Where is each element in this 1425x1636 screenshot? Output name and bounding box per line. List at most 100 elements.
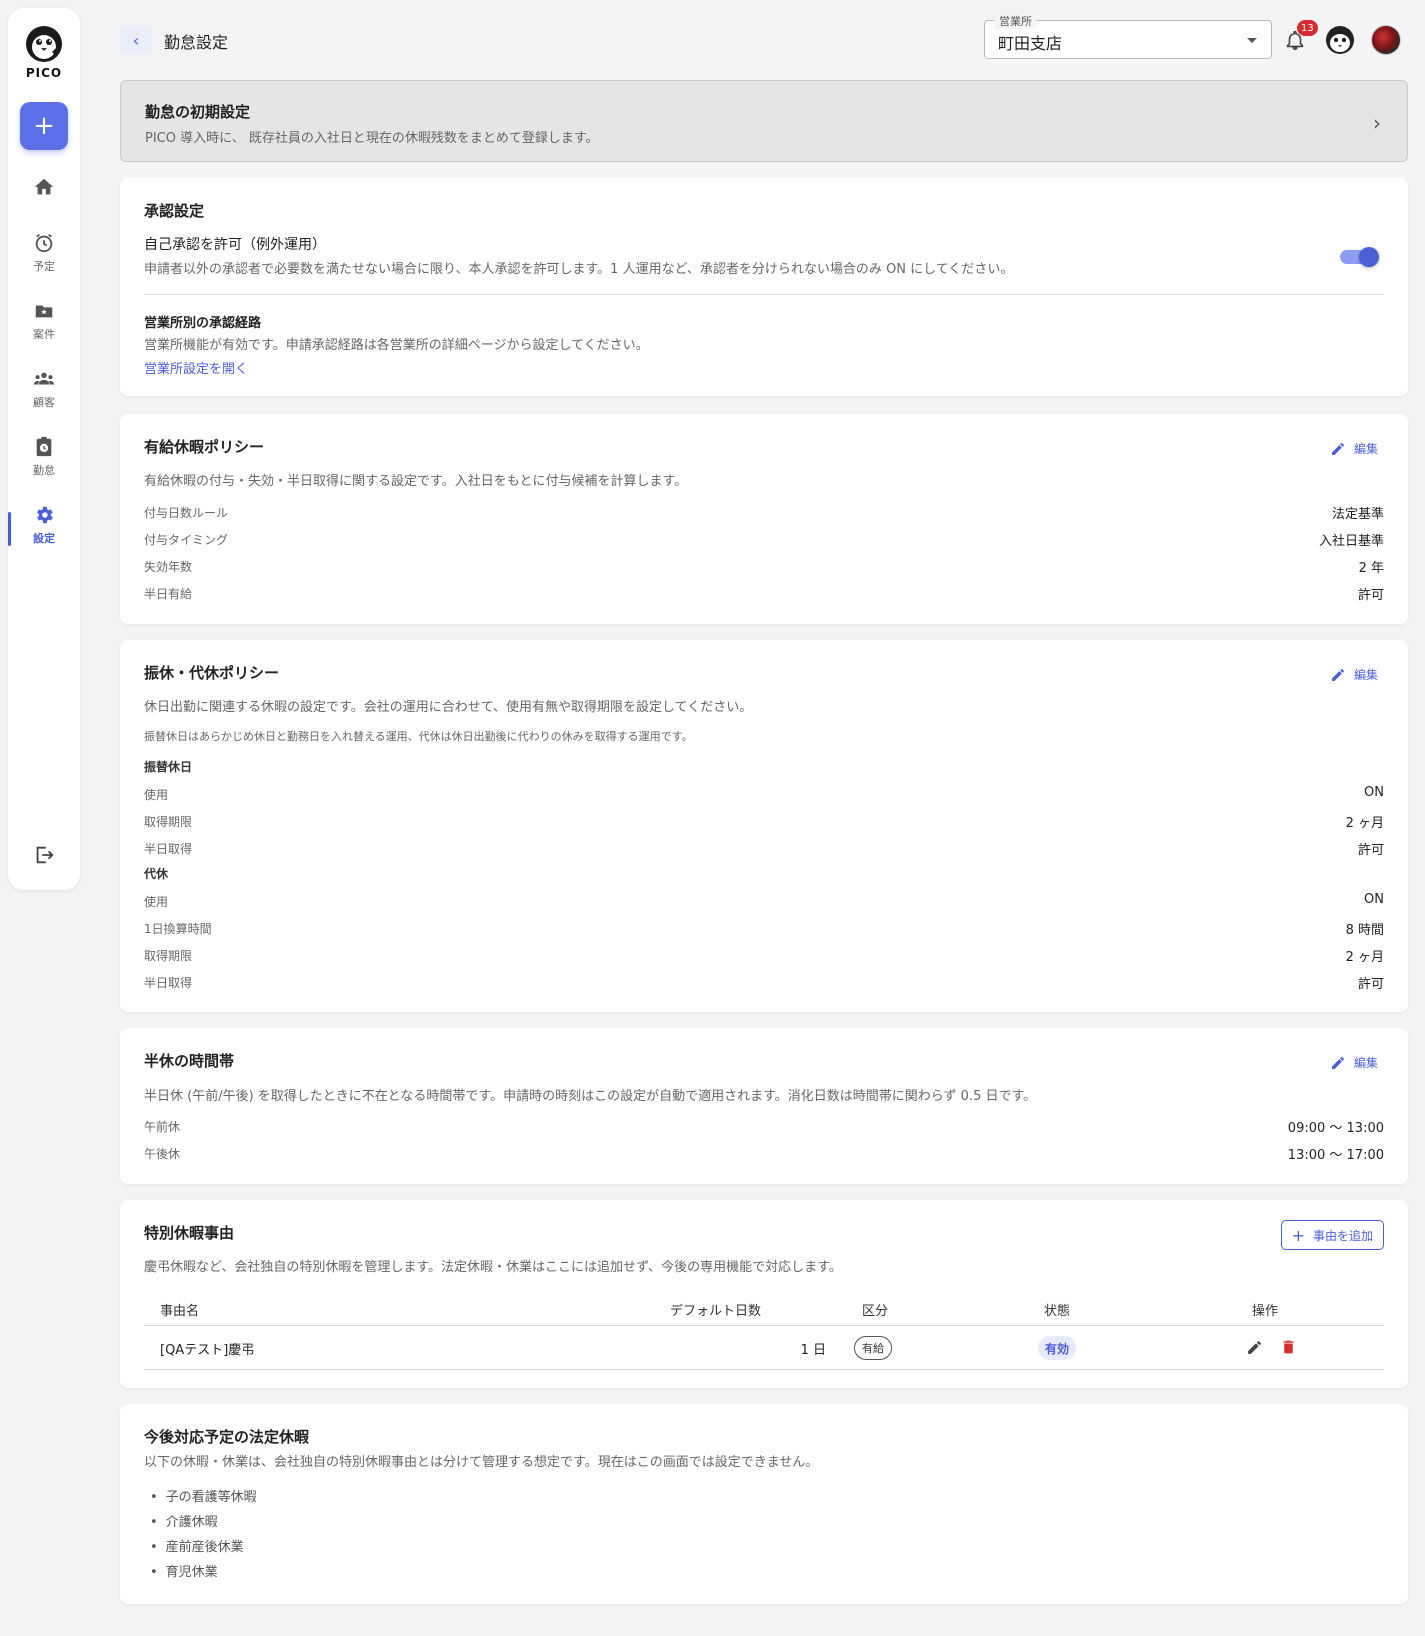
self-approval-label: 自己承認を許可（例外運用） (144, 237, 326, 253)
substitute-edit-button[interactable]: 編集 (1330, 666, 1378, 683)
logo[interactable]: PICO (8, 24, 80, 80)
column-header: デフォルト日数 (670, 1304, 762, 1319)
self-approval-toggle[interactable] (1340, 247, 1379, 267)
row-edit-button[interactable] (1246, 1339, 1263, 1360)
special-leave-card: 特別休暇事由 + 事由を追加 慶弔休暇など、会社独自の特別休暇を管理します。法定… (120, 1200, 1408, 1388)
route-title: 営業所別の承認経路 (144, 316, 262, 331)
row-value: 2 ヶ月 (1345, 816, 1384, 831)
half-day-edit-button[interactable]: 編集 (1330, 1054, 1378, 1071)
paid-leave-edit-button[interactable]: 編集 (1330, 440, 1378, 457)
half-day-card: 半休の時間帯 編集 半日休 (午前/午後) を取得したときに不在となる時間帯です… (120, 1028, 1408, 1184)
row-label: 午後休 (144, 1147, 181, 1161)
sidebar-item-label: 案件 (33, 328, 55, 341)
sidebar-item-label: 設定 (33, 532, 55, 545)
list-item: 子の看護等休暇 (150, 1486, 257, 1505)
add-reason-label: 事由を追加 (1312, 1228, 1373, 1243)
column-header: 区分 (862, 1304, 889, 1319)
pencil-icon (1331, 668, 1344, 681)
paid-leave-card: 有給休暇ポリシー 編集 有給休暇の付与・失効・半日取得に関する設定です。入社日を… (120, 414, 1408, 624)
mascot-avatar[interactable] (1324, 24, 1356, 60)
row-label: 失効年数 (144, 560, 193, 574)
row-value: 2 年 (1358, 561, 1384, 576)
plus-icon: + (1291, 1225, 1305, 1245)
card-title: 振休・代休ポリシー (144, 664, 280, 682)
sidebar-item-attendance[interactable]: 勤怠 (8, 436, 80, 478)
card-title: 半休の時間帯 (144, 1052, 235, 1070)
back-button[interactable]: ‹ (120, 25, 152, 55)
list-item: 育児休業 (150, 1561, 218, 1580)
card-description: 慶弔休暇など、会社独自の特別休暇を管理します。法定休暇・休業はここには追加せず、… (144, 1260, 842, 1275)
column-header: 状態 (1044, 1304, 1071, 1319)
people-icon (33, 372, 55, 385)
table-header: 事由名 デフォルト日数 区分 状態 操作 (144, 1294, 1384, 1326)
sidebar-item-label: 顧客 (33, 396, 55, 409)
row-value: ON (1364, 785, 1384, 800)
row-value: 入社日基準 (1318, 534, 1384, 549)
list-item: 介護休暇 (150, 1511, 218, 1530)
penguin-avatar-icon (1326, 26, 1354, 54)
office-select[interactable]: 営業所 町田支店 (984, 13, 1272, 59)
add-button[interactable]: + (20, 102, 68, 150)
office-select-label: 営業所 (995, 13, 1036, 29)
home-icon (34, 178, 54, 195)
caret-down-icon (1247, 38, 1257, 43)
trash-icon (1283, 1340, 1294, 1354)
time-card-icon (36, 436, 52, 457)
edit-label: 編集 (1353, 442, 1378, 456)
edit-label: 編集 (1353, 1056, 1378, 1070)
logout-icon (36, 846, 54, 864)
column-header: 操作 (1252, 1304, 1279, 1319)
pencil-icon (1248, 1341, 1261, 1354)
row-label: 取得期限 (144, 949, 193, 963)
card-title: 承認設定 (144, 202, 205, 220)
card-description: 休日出勤に関連する休暇の設定です。会社の運用に合わせて、使用有無や取得期限を設定… (144, 700, 753, 715)
add-reason-button[interactable]: + 事由を追加 (1280, 1220, 1384, 1250)
self-approval-description: 申請者以外の承認者で必要数を満たせない場合に限り、本人承認を許可します。1 人運… (144, 262, 1014, 277)
status-badge: 有効 (1038, 1336, 1077, 1360)
approval-settings-card: 承認設定 自己承認を許可（例外運用） 申請者以外の承認者で必要数を満たせない場合… (120, 178, 1408, 396)
substitute-holiday-card: 振休・代休ポリシー 編集 休日出勤に関連する休暇の設定です。会社の運用に合わせて… (120, 640, 1408, 1012)
row-label: 半日取得 (144, 976, 193, 990)
user-avatar[interactable] (1371, 25, 1401, 55)
sidebar-item-home[interactable] (8, 176, 80, 198)
row-label: 使用 (144, 895, 169, 909)
row-value: 13:00 〜 17:00 (1287, 1148, 1384, 1163)
gear-icon (37, 506, 53, 524)
open-office-settings-link[interactable]: 営業所設定を開く (144, 358, 248, 377)
card-description: 以下の休暇・休業は、会社独自の特別休暇事由とは分けて管理する想定です。現在はこの… (144, 1455, 819, 1470)
row-delete-button[interactable] (1280, 1338, 1297, 1360)
row-value: 8 時間 (1345, 923, 1384, 938)
table-row: [QAテスト]慶弔 1 日 有給 有効 (144, 1326, 1384, 1370)
row-label: 半日有給 (144, 587, 193, 601)
future-leave-card: 今後対応予定の法定休暇 以下の休暇・休業は、会社独自の特別休暇事由とは分けて管理… (120, 1404, 1408, 1604)
sidebar-item-customers[interactable]: 顧客 (8, 368, 80, 410)
row-label: 取得期限 (144, 815, 193, 829)
card-title: 有給休暇ポリシー (144, 438, 265, 456)
category-chip: 有給 (854, 1336, 892, 1360)
office-select-value: 町田支店 (998, 34, 1063, 53)
folder-star-icon (35, 305, 53, 318)
card-description: 半日休 (午前/午後) を取得したときに不在となる時間帯です。申請時の時刻はこの… (144, 1089, 1037, 1104)
row-value: 法定基準 (1331, 507, 1384, 522)
sidebar-item-schedule[interactable]: 予定 (8, 232, 80, 274)
banner-description: PICO 導入時に、 既存社員の入社日と現在の休暇残数をまとめて登録します。 (145, 131, 599, 146)
sidebar-item-projects[interactable]: 案件 (8, 300, 80, 342)
initial-setup-banner[interactable]: 勤怠の初期設定 PICO 導入時に、 既存社員の入社日と現在の休暇残数をまとめて… (120, 80, 1408, 162)
sidebar-item-settings[interactable]: 設定 (8, 504, 80, 546)
row-label: 付与タイミング (144, 533, 229, 547)
sidebar: PICO + 予定 案件 顧客 勤怠 設定 (8, 8, 80, 890)
toggle-knob (1359, 247, 1379, 267)
notification-badge: 13 (1297, 20, 1318, 36)
active-indicator (8, 512, 11, 546)
card-title: 今後対応予定の法定休暇 (144, 1428, 310, 1446)
pencil-icon (1331, 1056, 1344, 1069)
row-value: 許可 (1357, 588, 1384, 603)
row-value: ON (1364, 892, 1384, 907)
divider (144, 294, 1384, 295)
row-value: 許可 (1357, 977, 1384, 992)
logout-button[interactable] (8, 844, 80, 866)
row-label: 使用 (144, 788, 169, 802)
group-label: 振替休日 (144, 760, 193, 774)
row-value: 許可 (1357, 843, 1384, 858)
card-note: 振替休日はあらかじめ休日と勤務日を入れ替える運用、代休は休日出勤後に代わりの休み… (144, 730, 693, 743)
